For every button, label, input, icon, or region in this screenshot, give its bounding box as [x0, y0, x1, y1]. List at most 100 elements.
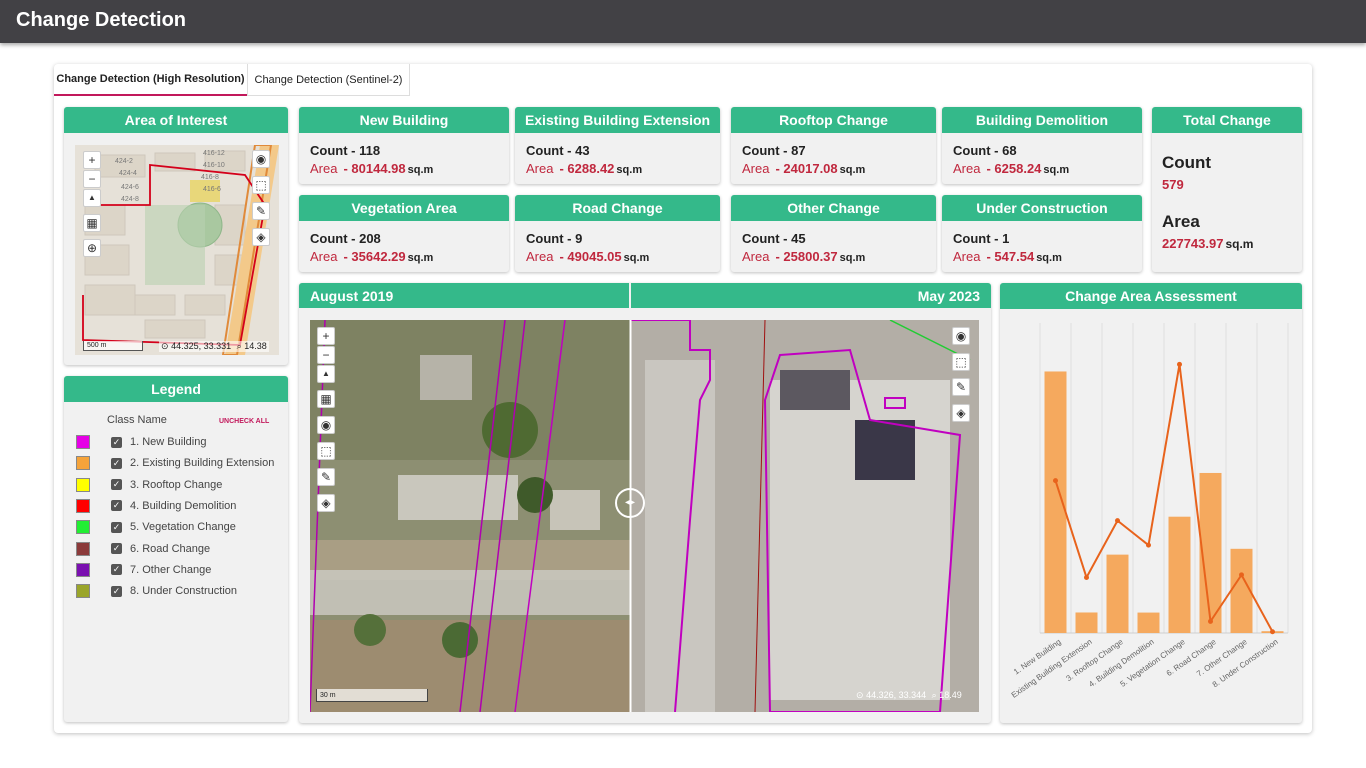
stat-area-value: - 25800.37 [775, 249, 837, 264]
zoom-in-icon[interactable]: + [83, 151, 101, 169]
legend-panel: Legend Class Name UNCHECK ALL ✓ 1. New B… [64, 376, 288, 722]
legend-checkbox[interactable]: ✓ [111, 543, 122, 554]
stat-count-value: 87 [791, 143, 806, 158]
stat-card-title: Vegetation Area [299, 195, 509, 221]
stat-count-value: 118 [359, 143, 381, 158]
stat-area: Area - 25800.37 sq.m [731, 249, 936, 264]
selection-icon[interactable]: ⬚ [952, 353, 970, 371]
total-area-unit: sq.m [1225, 237, 1254, 251]
stat-area-unit: sq.m [1036, 252, 1062, 264]
selection-icon[interactable]: ⬚ [252, 176, 270, 194]
stat-area-label: Area [742, 249, 770, 264]
legend-checkbox[interactable]: ✓ [111, 585, 122, 597]
stat-count-prefix: Count - [742, 231, 792, 246]
total-change-title: Total Change [1152, 107, 1302, 133]
legend-checkbox[interactable]: ✓ [111, 500, 122, 512]
zoom-out-icon[interactable]: − [83, 170, 101, 188]
chart-line-point [1084, 574, 1089, 580]
stat-count: Count - 9 [515, 231, 720, 246]
compare-coords-value: 44.326, 33.344 [866, 690, 927, 700]
legend-item-label: 6. Road Change [130, 542, 211, 555]
split-handle-icon[interactable]: ◂▸ [615, 488, 645, 518]
stat-count-value: 45 [791, 231, 806, 246]
stat-card-title: Building Demolition [942, 107, 1142, 133]
stat-area-number: 49045.05 [567, 249, 622, 264]
legend-item[interactable]: ✓ 6. Road Change [76, 541, 210, 557]
legend-checkbox[interactable]: ✓ [111, 457, 122, 469]
stat-area-value: - 6258.24 [986, 161, 1041, 176]
grid-icon[interactable]: ▦ [83, 214, 101, 232]
layers-icon[interactable]: ◈ [252, 228, 270, 246]
tab-sentinel-2[interactable]: Change Detection (Sentinel-2) [247, 64, 410, 96]
legend-item-label: 5. Vegetation Change [130, 521, 236, 534]
aoi-map[interactable]: 416-12 424-4 416-10 424-6 416-8 424-8 41… [75, 145, 279, 355]
zoom-out-icon[interactable]: − [317, 346, 335, 364]
legend-item[interactable]: ✓ 2. Existing Building Extension [76, 455, 274, 471]
map-label-424-4: 424-4 [119, 170, 137, 177]
chart-bar [1075, 612, 1098, 633]
eyedropper-icon[interactable]: ✎ [317, 468, 335, 486]
legend-checkbox[interactable]: ✓ [111, 521, 122, 533]
comparison-map[interactable]: ◂▸ + − ▲ ▦ ◉ ⬚ ✎ ◈ ◉ ⬚ ✎ ◈ 30 m ⊙ 44.326… [310, 320, 979, 712]
aoi-panel: Area of Interest 416-12 424-4 416-10 424… [64, 107, 288, 365]
legend-item[interactable]: ✓ 7. Other Change [76, 562, 211, 578]
layers-icon[interactable]: ◈ [952, 404, 970, 422]
legend-checkbox[interactable]: ✓ [111, 436, 122, 448]
stat-card-title: Road Change [515, 195, 720, 221]
legend-checkbox[interactable]: ✓ [111, 479, 122, 491]
stat-area-value: - 49045.05 [559, 249, 621, 264]
stat-card: Vegetation Area Count - 208 Area - 35642.… [299, 195, 509, 272]
magnifier-icon[interactable]: ⊕ [83, 239, 101, 257]
stat-card: Rooftop Change Count - 87 Area - 24017.08… [731, 107, 936, 184]
compass-icon[interactable]: ▲ [83, 189, 101, 207]
left-date-header: August 2019 [299, 283, 629, 308]
compare-coords: ⊙ 44.326, 33.344 ⌕ 18.49 [856, 690, 962, 701]
stat-count-prefix: Count - [526, 143, 576, 158]
uncheck-all-button[interactable]: UNCHECK ALL [219, 418, 269, 425]
zoom-level-icon: ⌕ [236, 341, 242, 351]
stat-count: Count - 208 [299, 231, 509, 246]
stat-count-value: 68 [1002, 143, 1017, 158]
compass-icon[interactable]: ▲ [317, 365, 335, 383]
legend-color-swatch [76, 541, 90, 556]
layers-icon[interactable]: ◈ [317, 494, 335, 512]
stat-card: Building Demolition Count - 68 Area - 625… [942, 107, 1142, 184]
compare-scale-label: 30 m [320, 692, 336, 699]
legend-item[interactable]: ✓ 1. New Building [76, 434, 206, 450]
legend-item[interactable]: ✓ 4. Building Demolition [76, 498, 236, 514]
eyedropper-icon[interactable]: ✎ [952, 378, 970, 396]
grid-icon[interactable]: ▦ [317, 390, 335, 408]
map-label-424-2: 424-2 [115, 158, 133, 165]
legend-item[interactable]: ✓ 3. Rooftop Change [76, 477, 222, 493]
stat-area-value: - 35642.29 [343, 249, 405, 264]
camera-icon[interactable]: ◉ [252, 150, 270, 168]
legend-item[interactable]: ✓ 8. Under Construction [76, 583, 237, 599]
camera-icon[interactable]: ◉ [952, 327, 970, 345]
chart-line-point [1053, 478, 1058, 484]
legend-checkbox[interactable]: ✓ [111, 564, 122, 576]
legend-item[interactable]: ✓ 5. Vegetation Change [76, 519, 236, 535]
stat-area-label: Area [742, 161, 770, 176]
stat-area: Area - 80144.98 sq.m [299, 161, 509, 176]
stat-card: New Building Count - 118 Area - 80144.98 s… [299, 107, 509, 184]
stat-area-number: 25800.37 [783, 249, 838, 264]
map-label-424-6: 424-6 [121, 184, 139, 191]
chart-line-point [1115, 518, 1120, 524]
stat-area-value: - 24017.08 [775, 161, 837, 176]
stat-count: Count - 43 [515, 143, 720, 158]
stat-area-label: Area [310, 161, 338, 176]
stat-count: Count - 118 [299, 143, 509, 158]
total-change-card: Total Change Count 579 Area 227743.97 sq.… [1152, 107, 1302, 272]
selection-icon[interactable]: ⬚ [317, 442, 335, 460]
zoom-in-icon[interactable]: + [317, 327, 335, 345]
stat-count-value: 43 [575, 143, 590, 158]
stat-area: Area - 6258.24 sq.m [942, 161, 1142, 176]
legend-item-label: 8. Under Construction [130, 585, 237, 598]
tab-high-resolution[interactable]: Change Detection (High Resolution) [54, 64, 247, 96]
camera-icon[interactable]: ◉ [317, 416, 335, 434]
stat-area-value: - 80144.98 [343, 161, 405, 176]
stat-card-title: Rooftop Change [731, 107, 936, 133]
eyedropper-icon[interactable]: ✎ [252, 202, 270, 220]
legend-color-swatch [76, 477, 90, 492]
location-pin-icon: ⊙ [161, 341, 169, 351]
